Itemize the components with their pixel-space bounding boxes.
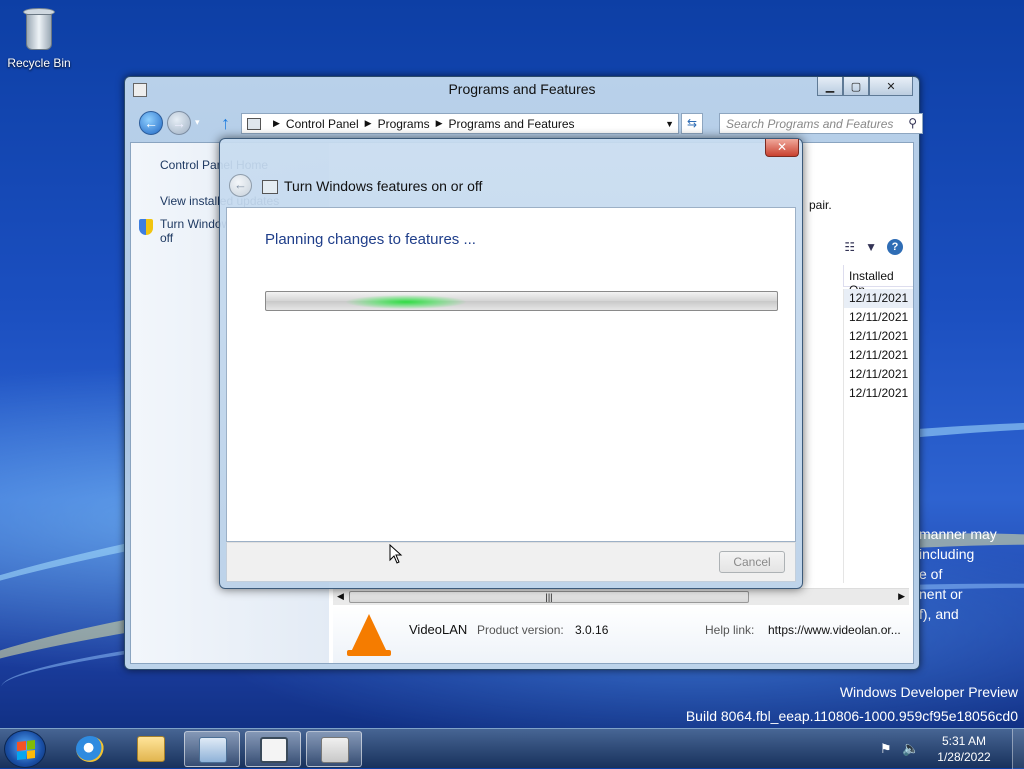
publisher-name: VideoLAN — [409, 622, 468, 637]
progress-bar — [265, 291, 778, 311]
forward-button[interactable]: → — [167, 111, 191, 135]
navigation-bar: ← → ▾ ↑ ▶ Control Panel ▶ Programs ▶ Pro… — [135, 111, 923, 137]
details-pane: VideoLAN Product version: 3.0.16 Help li… — [333, 606, 913, 663]
scroll-right-icon[interactable]: ▶ — [898, 591, 905, 602]
address-bar[interactable]: ▶ Control Panel ▶ Programs ▶ Programs an… — [241, 113, 679, 134]
breadcrumb-control-panel[interactable]: Control Panel — [286, 117, 359, 131]
background-document-text: manner may including e of nent or f), an… — [919, 526, 997, 622]
control-panel-icon — [247, 117, 261, 130]
back-arrow-icon: ← — [234, 177, 247, 192]
maximize-icon: ▢ — [850, 80, 862, 93]
volume-icon[interactable]: 🔈 — [902, 740, 919, 757]
show-desktop-button[interactable] — [1012, 729, 1024, 769]
close-button[interactable]: ✕ — [869, 77, 913, 96]
taskbar-window-app[interactable] — [245, 731, 301, 767]
column-header-installed-on[interactable]: Installed On — [843, 265, 913, 297]
scroll-left-icon[interactable]: ◀ — [337, 591, 344, 602]
product-version-label: Product version: — [477, 623, 564, 637]
horizontal-scrollbar[interactable]: ◀ ||| ▶ — [333, 588, 909, 605]
system-clock[interactable]: 5:31 AM 1/28/2022 — [929, 733, 999, 765]
back-arrow-icon: ← — [144, 115, 158, 131]
status-text: Planning changes to features ... — [265, 231, 476, 248]
dialog-close-button[interactable]: ✕ — [765, 139, 799, 157]
os-watermark-build: Build 8064.fbl_eeap.110806-1000.959cf95e… — [685, 708, 1018, 724]
search-placeholder: Search Programs and Features — [726, 117, 894, 131]
product-version-value: 3.0.16 — [575, 623, 609, 637]
search-icon[interactable]: ⚲ — [908, 116, 917, 130]
uac-shield-icon — [139, 219, 153, 235]
view-dropdown-icon[interactable]: ▼ — [865, 240, 877, 254]
breadcrumb-separator-icon[interactable]: ▶ — [365, 118, 372, 129]
system-tray: ⚑ 🔈 5:31 AM 1/28/2022 — [874, 729, 1024, 769]
taskbar: ⚑ 🔈 5:31 AM 1/28/2022 — [0, 728, 1024, 769]
folder-icon — [137, 736, 165, 762]
taskbar-control-panel[interactable] — [184, 731, 240, 767]
refresh-button[interactable]: ⇆ — [681, 113, 703, 134]
windows-features-icon — [321, 737, 349, 763]
windows-features-icon — [262, 180, 278, 194]
search-input[interactable]: Search Programs and Features ⚲ — [719, 113, 923, 134]
minimize-icon: ▁ — [825, 80, 835, 93]
table-row[interactable]: 12/11/2021 — [844, 365, 913, 384]
help-icon[interactable]: ? — [887, 239, 903, 255]
help-link-label: Help link: — [705, 623, 755, 637]
table-row[interactable]: 12/11/2021 — [844, 327, 913, 346]
taskbar-file-explorer[interactable] — [123, 731, 179, 767]
internet-explorer-icon — [76, 736, 104, 762]
address-dropdown-icon[interactable]: ▼ — [665, 119, 674, 129]
change-view-icon[interactable]: ☷ — [844, 240, 855, 254]
progress-marquee-glow — [346, 295, 466, 309]
os-watermark-title: Windows Developer Preview — [839, 684, 1018, 700]
back-button[interactable]: ← — [139, 111, 163, 135]
scrollbar-thumb[interactable]: ||| — [349, 591, 749, 603]
uninstall-instruction-text: pair. — [809, 198, 832, 212]
table-row[interactable]: 12/11/2021 — [844, 308, 913, 327]
refresh-icon: ⇆ — [686, 116, 698, 130]
close-icon: ✕ — [886, 80, 896, 93]
close-icon: ✕ — [776, 140, 788, 154]
recycle-bin-icon — [21, 6, 57, 52]
taskbar-internet-explorer[interactable] — [62, 731, 118, 767]
action-center-flag-icon[interactable]: ⚑ — [880, 741, 892, 757]
clock-date: 1/28/2022 — [937, 750, 991, 764]
cancel-button[interactable]: Cancel — [719, 551, 785, 573]
windows-features-dialog: ✕ ← Turn Windows features on or off Plan… — [219, 138, 803, 589]
breadcrumb-programs-and-features[interactable]: Programs and Features — [449, 117, 575, 131]
minimize-button[interactable]: ▁ — [817, 77, 843, 96]
clock-time: 5:31 AM — [941, 734, 987, 748]
dialog-back-button[interactable]: ← — [229, 174, 252, 197]
control-panel-icon — [199, 737, 227, 763]
windows-logo-icon — [17, 740, 35, 760]
breadcrumb-separator-icon[interactable]: ▶ — [273, 118, 280, 129]
caption-buttons: ▁ ▢ ✕ — [817, 77, 913, 96]
window-title: Programs and Features — [448, 81, 596, 97]
table-row[interactable]: 12/11/2021 — [844, 289, 913, 308]
recycle-bin-shortcut[interactable]: Recycle Bin — [6, 6, 72, 70]
installed-on-column: 12/11/2021 12/11/2021 12/11/2021 12/11/2… — [843, 289, 913, 583]
help-link-value[interactable]: https://www.videolan.or... — [768, 623, 901, 637]
breadcrumb-programs[interactable]: Programs — [378, 117, 430, 131]
vlc-cone-icon — [351, 614, 387, 652]
window-app-icon — [260, 737, 288, 763]
start-button[interactable] — [4, 730, 46, 768]
taskbar-windows-features[interactable] — [306, 731, 362, 767]
forward-arrow-icon: → — [172, 115, 186, 131]
table-row[interactable]: 12/11/2021 — [844, 346, 913, 365]
up-level-icon[interactable]: ↑ — [221, 113, 230, 134]
maximize-button[interactable]: ▢ — [843, 77, 869, 96]
recycle-bin-label: Recycle Bin — [7, 56, 71, 70]
table-row[interactable]: 12/11/2021 — [844, 384, 913, 403]
dialog-content: Planning changes to features ... — [226, 207, 796, 542]
breadcrumb-separator-icon[interactable]: ▶ — [436, 118, 443, 129]
dialog-title: Turn Windows features on or off — [284, 178, 483, 194]
view-toolbar: ☷ ▼ ? — [844, 239, 903, 255]
recent-pages-chevron-icon[interactable]: ▾ — [195, 117, 200, 128]
dialog-footer: Cancel — [226, 542, 796, 582]
